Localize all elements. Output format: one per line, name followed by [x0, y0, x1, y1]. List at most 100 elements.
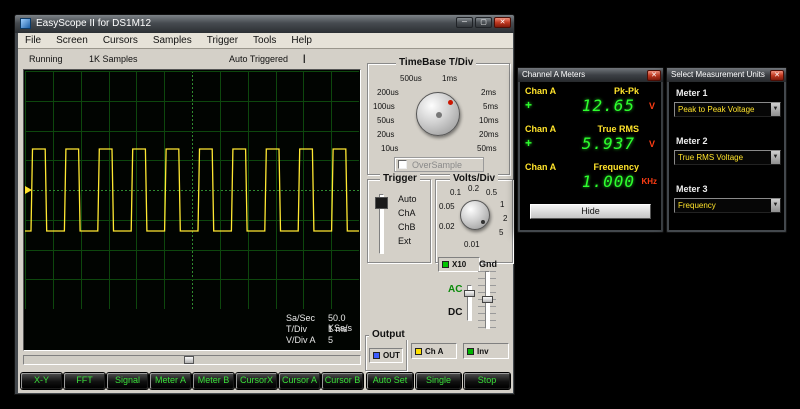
menu-screen[interactable]: Screen: [56, 35, 88, 46]
timebase-10ms[interactable]: 10ms: [479, 116, 499, 125]
timebase-5ms[interactable]: 5ms: [483, 102, 498, 111]
gnd-slider-handle[interactable]: [482, 296, 493, 303]
readout-vdiv-value: 5: [328, 335, 334, 345]
voltsdiv-0p2[interactable]: 0.2: [468, 184, 479, 193]
voltsdiv-0p5[interactable]: 0.5: [486, 188, 497, 197]
menu-cursors[interactable]: Cursors: [103, 35, 138, 46]
dropdown-arrow-icon[interactable]: ▼: [771, 199, 780, 212]
voltsdiv-group: Volts/Div 0.1 0.2 0.5 1 2 5 0.01 0.02 0.…: [435, 173, 513, 263]
meter-b-button[interactable]: Meter B: [193, 373, 234, 389]
voltsdiv-0p05[interactable]: 0.05: [439, 202, 455, 211]
meter2-value: True RMS Voltage: [678, 153, 744, 162]
meter1-value: Peak to Peak Voltage: [678, 105, 755, 114]
timebase-500us[interactable]: 500us: [400, 74, 422, 83]
app-icon: [20, 18, 31, 29]
auto-set-button[interactable]: Auto Set: [367, 373, 413, 389]
readout-tdiv-value: 1 ms: [328, 324, 348, 334]
meter-value: 5.937: [581, 134, 635, 153]
voltsdiv-0p02[interactable]: 0.02: [439, 222, 455, 231]
dc-label[interactable]: DC: [448, 307, 462, 318]
voltsdiv-knob[interactable]: [460, 200, 490, 230]
out-led-icon: [373, 352, 380, 359]
menu-file[interactable]: File: [25, 35, 41, 46]
dropdown-arrow-icon[interactable]: ▼: [771, 151, 780, 164]
meters-title-bar[interactable]: Channel A Meters ✕: [518, 68, 663, 82]
scope-display: Sa/Sec 50.0 KSa/s T/Div 1 ms V/Div A 5: [23, 69, 361, 351]
trigger-option-ext[interactable]: Ext: [398, 236, 411, 246]
voltsdiv-5[interactable]: 5: [499, 228, 503, 237]
signal-button[interactable]: Signal: [107, 373, 148, 389]
stop-button[interactable]: Stop: [464, 373, 510, 389]
timebase-group: TimeBase T/Div 500us 1ms 200us 100us 50u…: [367, 57, 510, 175]
xy-button[interactable]: X-Y: [21, 373, 62, 389]
timebase-knob[interactable]: [416, 92, 460, 136]
trigger-option-chb[interactable]: ChB: [398, 222, 416, 232]
maximize-button[interactable]: ▢: [475, 17, 492, 28]
meter2-select[interactable]: True RMS Voltage ▼: [674, 150, 781, 165]
trigger-select-slider[interactable]: [375, 194, 388, 254]
out-button[interactable]: OUT: [369, 348, 403, 363]
channel-a-button[interactable]: Ch A: [411, 343, 457, 359]
horizontal-pan-slider[interactable]: [23, 355, 361, 365]
units-body: Meter 1 Peak to Peak Voltage ▼ Meter 2 T…: [669, 82, 784, 230]
dropdown-arrow-icon[interactable]: ▼: [771, 103, 780, 116]
timebase-50us[interactable]: 50us: [377, 116, 394, 125]
meter-channel-label: Chan A: [525, 162, 557, 172]
hide-button[interactable]: Hide: [530, 204, 651, 219]
cursor-b-button[interactable]: Cursor B: [322, 373, 363, 389]
minimize-button[interactable]: ─: [456, 17, 473, 28]
meter1-select[interactable]: Peak to Peak Voltage ▼: [674, 102, 781, 117]
trigger-level-arrow-icon[interactable]: [25, 186, 32, 194]
close-button[interactable]: ✕: [494, 17, 511, 28]
client-area: Running 1K Samples Auto Triggered | Sa/S…: [18, 49, 513, 393]
menu-samples[interactable]: Samples: [153, 35, 192, 46]
timebase-100us[interactable]: 100us: [373, 102, 395, 111]
meters-body: Chan A Pk-Pk + 12.65 V Chan A True RMS +…: [520, 82, 661, 230]
ac-dc-slider-handle[interactable]: [464, 290, 475, 297]
meter-value: 1.000: [581, 172, 635, 191]
timebase-2ms[interactable]: 2ms: [481, 88, 496, 97]
voltsdiv-1[interactable]: 1: [500, 200, 504, 209]
timebase-10us[interactable]: 10us: [381, 144, 398, 153]
trigger-option-cha[interactable]: ChA: [398, 208, 416, 218]
fft-button[interactable]: FFT: [64, 373, 105, 389]
timebase-20us[interactable]: 20us: [377, 130, 394, 139]
voltsdiv-0p01[interactable]: 0.01: [464, 240, 480, 249]
status-trigger-mode: Auto Triggered: [229, 54, 289, 64]
timebase-50ms[interactable]: 50ms: [477, 144, 497, 153]
meter-channel-label: Chan A: [525, 86, 557, 96]
close-button[interactable]: ✕: [647, 70, 661, 81]
output-group: Output OUT: [365, 329, 408, 371]
menu-tools[interactable]: Tools: [253, 35, 276, 46]
close-button[interactable]: ✕: [770, 70, 784, 81]
cursor-a-button[interactable]: Cursor A: [279, 373, 320, 389]
voltsdiv-2[interactable]: 2: [503, 214, 507, 223]
invert-button[interactable]: Inv: [463, 343, 509, 359]
timebase-1ms[interactable]: 1ms: [442, 74, 457, 83]
x10-button[interactable]: X10: [438, 257, 480, 272]
pan-slider-handle[interactable]: [184, 356, 194, 364]
ac-label[interactable]: AC: [448, 284, 462, 295]
timebase-20ms[interactable]: 20ms: [479, 130, 499, 139]
ac-dc-slider[interactable]: [464, 285, 475, 321]
menu-trigger[interactable]: Trigger: [207, 35, 238, 46]
gnd-slider[interactable]: [482, 271, 493, 329]
cursor-x-button[interactable]: CursorX: [236, 373, 277, 389]
readout-tdiv-label: T/Div: [286, 324, 307, 334]
meter3-select[interactable]: Frequency ▼: [674, 198, 781, 213]
title-bar[interactable]: EasyScope II for DS1M12 ─ ▢ ✕: [15, 15, 514, 33]
timebase-title: TimeBase T/Div: [396, 57, 477, 68]
menu-help[interactable]: Help: [291, 35, 312, 46]
knob-indicator-icon: [481, 220, 485, 224]
trigger-option-auto[interactable]: Auto: [398, 194, 417, 204]
oversample-checkbox[interactable]: [398, 160, 407, 169]
trigger-slider-handle[interactable]: [375, 197, 388, 209]
channel-a-led-icon: [415, 347, 422, 355]
meter-a-button[interactable]: Meter A: [150, 373, 191, 389]
gnd-label: Gnd: [479, 259, 497, 269]
timebase-200us[interactable]: 200us: [377, 88, 399, 97]
meters-window: Channel A Meters ✕ Chan A Pk-Pk + 12.65 …: [517, 67, 664, 233]
single-button[interactable]: Single: [416, 373, 461, 389]
units-title-bar[interactable]: Select Measurement Units ✕: [667, 68, 786, 82]
voltsdiv-0p1[interactable]: 0.1: [450, 188, 461, 197]
